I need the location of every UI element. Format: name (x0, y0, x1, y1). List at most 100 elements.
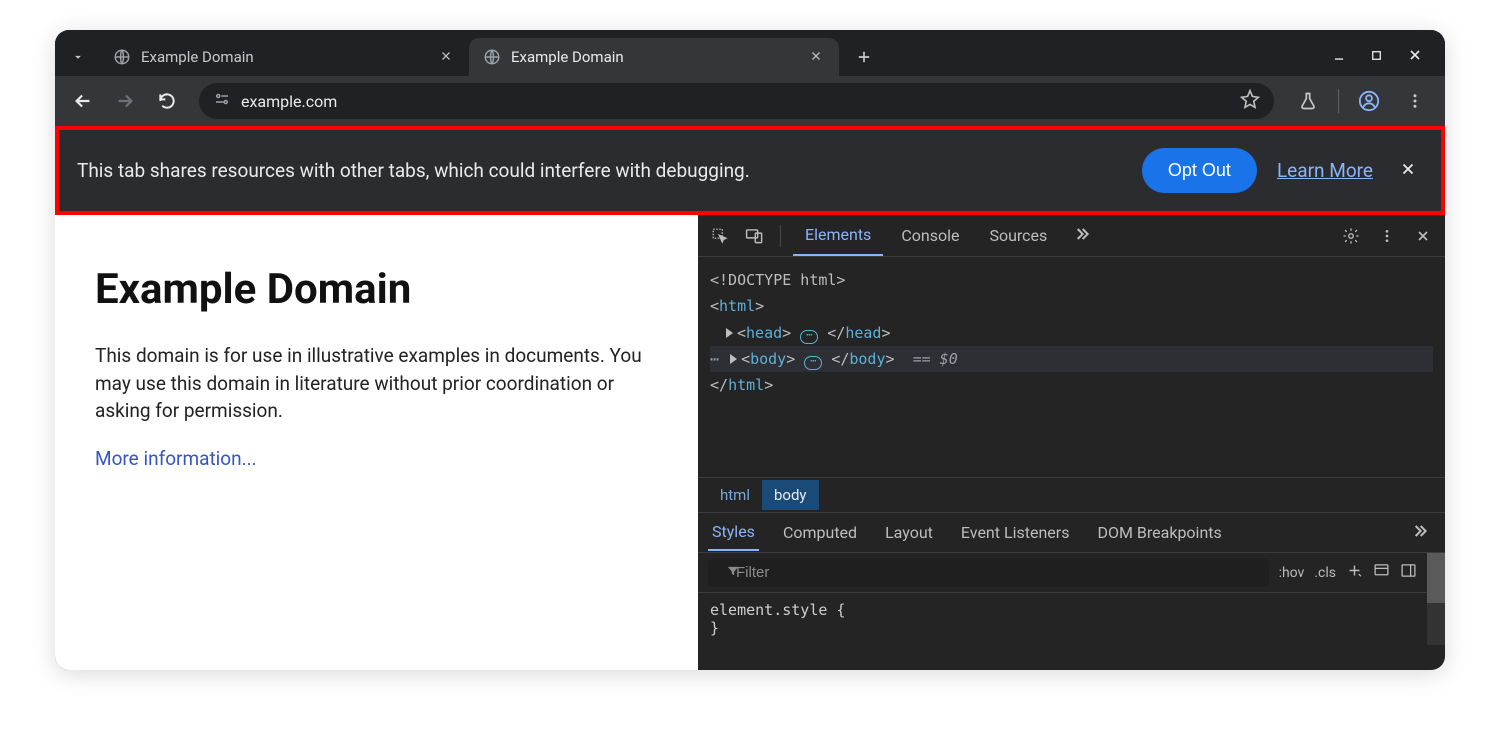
chevrons-right-icon (1071, 224, 1091, 244)
close-icon (1399, 160, 1417, 178)
browser-window: Example Domain Example Domain (55, 30, 1445, 670)
close-icon (1415, 228, 1431, 244)
expand-arrow-icon[interactable] (730, 354, 737, 364)
experiments-button[interactable] (1288, 81, 1328, 121)
dom-line-html-close[interactable]: </html> (710, 372, 1433, 398)
cls-toggle[interactable]: .cls (1314, 565, 1336, 581)
devtools-panel: Elements Console Sources (698, 215, 1445, 670)
chevrons-right-icon (1409, 521, 1429, 541)
star-icon (1240, 89, 1260, 109)
address-bar[interactable]: example.com (199, 83, 1274, 119)
tab-title: Example Domain (141, 48, 429, 66)
dom-line-html-open[interactable]: <html> (710, 293, 1433, 319)
opt-out-button[interactable]: Opt Out (1142, 148, 1257, 193)
dom-line-body[interactable]: ⋯ <body> ⋯ </body> == $0 (710, 346, 1433, 372)
breadcrumb-html[interactable]: html (708, 480, 762, 510)
inspect-element-button[interactable] (706, 222, 734, 250)
styles-tabbar: Styles Computed Layout Event Listeners D… (698, 513, 1445, 553)
learn-more-link[interactable]: Learn More (1277, 159, 1373, 182)
tab-layout[interactable]: Layout (881, 515, 937, 550)
expand-arrow-icon[interactable] (726, 328, 733, 338)
tab-computed[interactable]: Computed (779, 515, 861, 550)
ellipsis-icon[interactable]: ⋯ (800, 330, 818, 344)
close-tab-button[interactable] (809, 49, 825, 65)
computed-styles-button[interactable] (1373, 562, 1390, 583)
browser-tab-0[interactable]: Example Domain (99, 38, 469, 76)
styles-css-block[interactable]: element.style { } (698, 593, 1427, 645)
devtools-tabbar: Elements Console Sources (698, 215, 1445, 257)
reload-button[interactable] (149, 83, 185, 119)
inspect-icon (711, 227, 729, 245)
infobar-close-button[interactable] (1393, 154, 1423, 188)
plus-icon (855, 48, 873, 66)
tab-event-listeners[interactable]: Event Listeners (957, 515, 1074, 550)
close-window-button[interactable] (1407, 47, 1423, 67)
new-tab-button[interactable] (847, 40, 881, 74)
dom-tree[interactable]: <!DOCTYPE html> <html> <head> ⋯ </head> … (698, 257, 1445, 477)
close-tab-button[interactable] (439, 49, 455, 65)
tab-search-dropdown[interactable] (63, 42, 93, 72)
gear-icon (1342, 227, 1360, 245)
url-text: example.com (241, 92, 1230, 111)
tune-icon (213, 90, 231, 108)
plus-icon (1346, 562, 1363, 579)
tab-title: Example Domain (511, 48, 799, 66)
tab-strip: Example Domain Example Domain (55, 30, 1445, 76)
close-icon (1407, 47, 1423, 63)
page-heading: Example Domain (95, 265, 658, 314)
scrollbar-thumb[interactable] (1427, 553, 1445, 603)
tab-dom-breakpoints[interactable]: DOM Breakpoints (1093, 515, 1225, 550)
back-button[interactable] (65, 83, 101, 119)
shared-resources-infobar: This tab shares resources with other tab… (55, 126, 1445, 215)
arrow-left-icon (72, 90, 94, 112)
minimize-icon (1332, 48, 1346, 62)
hov-toggle[interactable]: :hov (1279, 565, 1305, 581)
globe-icon (483, 48, 501, 66)
browser-tab-1[interactable]: Example Domain (469, 38, 839, 76)
tab-console[interactable]: Console (889, 216, 971, 255)
maximize-icon (1370, 49, 1383, 62)
dom-line-head[interactable]: <head> ⋯ </head> (710, 320, 1433, 346)
devtools-scrollbar[interactable] (1427, 553, 1445, 645)
devtools-settings-button[interactable] (1337, 222, 1365, 250)
ellipsis-icon[interactable]: ⋯ (804, 356, 822, 370)
styles-filter-input[interactable] (708, 559, 1269, 587)
devtools-close-button[interactable] (1409, 222, 1437, 250)
close-icon (809, 49, 823, 63)
chevron-down-icon (71, 50, 85, 64)
bookmark-button[interactable] (1240, 89, 1260, 113)
tab-sources[interactable]: Sources (977, 216, 1059, 255)
kebab-icon (1379, 228, 1395, 244)
more-information-link[interactable]: More information... (95, 447, 257, 470)
maximize-button[interactable] (1370, 47, 1383, 67)
tab-elements[interactable]: Elements (793, 215, 883, 256)
infobar-text: This tab shares resources with other tab… (77, 159, 1122, 182)
more-styles-tabs-button[interactable] (1403, 515, 1435, 551)
reload-icon (157, 91, 177, 111)
minimize-button[interactable] (1332, 47, 1346, 67)
divider (780, 225, 781, 247)
menu-button[interactable] (1395, 81, 1435, 121)
forward-button[interactable] (107, 83, 143, 119)
site-settings-icon[interactable] (213, 90, 231, 112)
close-icon (439, 49, 453, 63)
content-row: Example Domain This domain is for use in… (55, 215, 1445, 670)
more-tabs-button[interactable] (1065, 218, 1097, 254)
page-content: Example Domain This domain is for use in… (55, 215, 698, 670)
panel-icon (1373, 562, 1390, 579)
globe-icon (113, 48, 131, 66)
device-toolbar-button[interactable] (740, 222, 768, 250)
tab-styles[interactable]: Styles (708, 514, 759, 551)
flask-icon (1298, 91, 1318, 111)
dom-line-doctype[interactable]: <!DOCTYPE html> (710, 267, 1433, 293)
new-style-rule-button[interactable] (1346, 562, 1363, 583)
user-circle-icon (1358, 90, 1380, 112)
profile-button[interactable] (1349, 81, 1389, 121)
breadcrumb-body[interactable]: body (762, 480, 819, 510)
devtools-menu-button[interactable] (1373, 222, 1401, 250)
kebab-icon (1406, 92, 1424, 110)
page-paragraph: This domain is for use in illustrative e… (95, 342, 658, 425)
toolbar: example.com (55, 76, 1445, 126)
toggle-sidebar-button[interactable] (1400, 562, 1417, 583)
arrow-right-icon (114, 90, 136, 112)
